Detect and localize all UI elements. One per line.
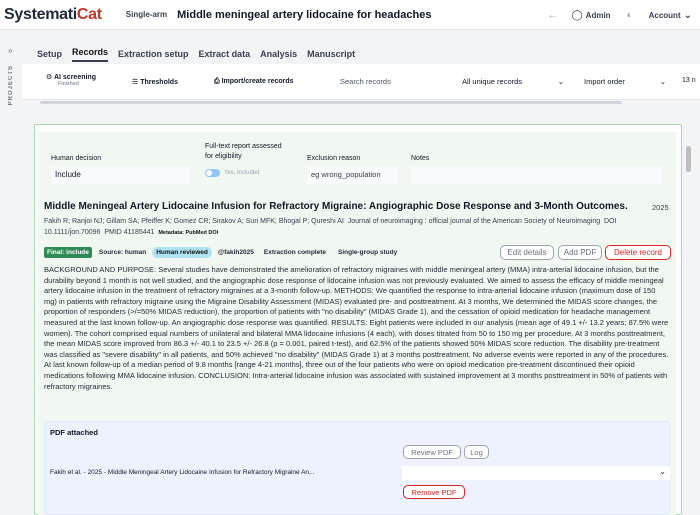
sidebar	[0, 38, 22, 515]
projects-label[interactable]: PROJECTS	[8, 65, 14, 105]
human-decision-label: Human decision	[51, 155, 102, 162]
records-toolbar: ⚙ AI screening Finished ☰ Thresholds ⎙ I…	[22, 64, 700, 100]
review-pdf-button[interactable]: Review PDF	[403, 445, 461, 459]
tab-setup[interactable]: Setup	[37, 49, 62, 62]
human-decision-value: Include	[55, 170, 81, 179]
order-select[interactable]: Import order ⌄	[580, 72, 670, 90]
chevron-down-icon: ⌄	[659, 76, 666, 86]
metadata-source: Metadata: PubMed DOI	[158, 230, 219, 236]
paper-abstract: BACKGROUND AND PURPOSE: Several studies …	[44, 265, 669, 391]
logo-text-part2: Cat	[76, 5, 102, 23]
vertical-scrollbar[interactable]	[686, 146, 691, 172]
fulltext-label-line1: Full-text report assessed	[205, 143, 282, 150]
sliders-icon: ☰	[132, 79, 139, 86]
tab-records[interactable]: Records	[72, 47, 109, 62]
tab-manuscript[interactable]: Manuscript	[307, 49, 355, 62]
filter-select[interactable]: All unique records ⌄	[458, 72, 570, 90]
thresholds-button[interactable]: ☰ Thresholds	[132, 78, 178, 86]
account-menu[interactable]: Account	[649, 11, 681, 20]
extraction-status-tag: Extraction complete	[263, 248, 327, 256]
pdf-attached-heading: PDF attached	[50, 428, 98, 437]
paper-year: 2025	[652, 203, 669, 212]
import-records-button[interactable]: ⎙ Import/create records	[214, 78, 294, 86]
horizontal-scrollbar[interactable]	[40, 101, 622, 104]
paper-journal: Journal of neuroimaging : official journ…	[347, 218, 601, 225]
robot-icon: ⚙	[46, 74, 53, 81]
fulltext-toggle[interactable]	[205, 169, 220, 177]
ai-screening-button[interactable]: ⚙ AI screening Finished	[46, 73, 96, 87]
add-pdf-button[interactable]: Add PDF	[558, 245, 602, 260]
delete-record-button[interactable]: Delete record	[605, 245, 671, 260]
tab-extract-data[interactable]: Extract data	[199, 49, 251, 62]
human-decision-select[interactable]: Include	[51, 166, 191, 184]
paper-title: Middle Meningeal Artery Lidocaine Infusi…	[44, 201, 628, 212]
theme-toggle-icon[interactable]: ◐	[627, 10, 633, 21]
arm-badge: Single-arm	[125, 10, 168, 19]
record-tags: Final: include Source: human Human revie…	[44, 245, 397, 259]
chevron-down-icon: ⌄	[659, 467, 666, 476]
ai-screening-status: Finished	[58, 81, 79, 87]
exclusion-reason-input[interactable]: eg wrong_population	[307, 166, 399, 184]
user-tag: @fakih2025	[217, 248, 254, 256]
paper-metadata: Fakih R; Ranjoi NJ; Gillam SA; Pfeiffer …	[44, 216, 674, 239]
pdf-select[interactable]: ⌄	[402, 466, 670, 480]
record-count: 13 n	[682, 77, 696, 84]
top-right-controls: ← ◯ Admin ◐ Account ⌄	[547, 0, 692, 30]
notes-input[interactable]	[411, 166, 663, 184]
pdf-file-name: Fakih et al. - 2025 - Middle Meningeal A…	[50, 469, 315, 476]
final-decision-badge: Final: include	[44, 246, 92, 258]
import-records-label: Import/create records	[221, 78, 294, 85]
exclusion-reason-label: Exclusion reason	[307, 155, 361, 162]
paper-pmid[interactable]: PMID 41185441	[104, 229, 154, 236]
chevron-down-icon: ⌄	[683, 9, 692, 21]
tab-extraction-setup[interactable]: Extraction setup	[118, 49, 189, 62]
edit-details-button[interactable]: Edit details	[500, 245, 554, 260]
chevron-down-icon: ⌄	[557, 76, 564, 86]
ai-screening-label: AI screening	[53, 74, 96, 81]
paper-authors: Fakih R; Ranjoi NJ; Gillam SA; Pfeiffer …	[44, 218, 344, 225]
project-title: Middle meningeal artery lidocaine for he…	[177, 8, 432, 21]
pdf-log-button[interactable]: Log	[464, 445, 489, 459]
top-bar: SystematiCat Single-arm Middle meningeal…	[0, 0, 700, 30]
back-arrow-icon[interactable]: ←	[547, 10, 557, 21]
sidebar-collapse-icon[interactable]: »	[8, 46, 12, 55]
fulltext-toggle-label: Yes, included	[224, 170, 260, 176]
filter-select-value: All unique records	[462, 76, 523, 86]
upload-icon: ⎙	[214, 78, 220, 85]
search-input[interactable]: Search records	[336, 72, 448, 90]
source-tag: Source: human	[98, 248, 147, 256]
fulltext-label-line2: for eligibility	[205, 153, 242, 160]
remove-pdf-button[interactable]: Remove PDF	[403, 485, 465, 499]
study-design-tag: Single-group study	[338, 248, 398, 256]
main-tabs: Setup Records Extraction setup Extract d…	[30, 40, 358, 62]
thresholds-label: Thresholds	[140, 79, 178, 86]
admin-link[interactable]: Admin	[586, 11, 611, 20]
tab-analysis[interactable]: Analysis	[260, 49, 297, 62]
human-reviewed-badge: Human reviewed	[152, 246, 212, 258]
logo-text-part1: Systemati	[4, 5, 77, 23]
shield-icon: ◯	[571, 9, 583, 21]
order-select-value: Import order	[584, 76, 625, 86]
notes-label: Notes	[411, 155, 430, 162]
app-logo[interactable]: SystematiCat	[4, 6, 102, 24]
